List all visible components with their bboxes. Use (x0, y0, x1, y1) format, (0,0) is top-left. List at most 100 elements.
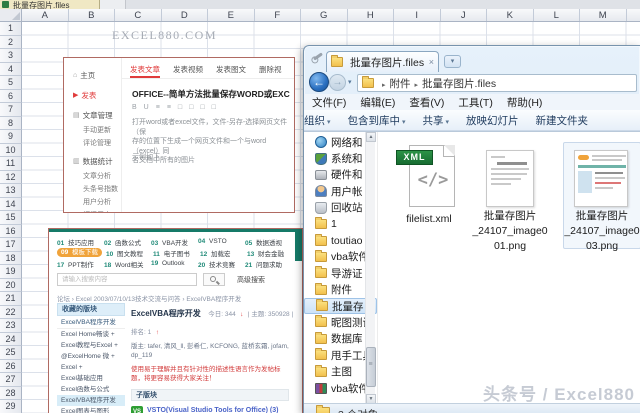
forum-board-item: Excel图表与图形 (61, 408, 110, 413)
forum-top-bar (49, 229, 302, 232)
sidebar-item-label: 回收站 (331, 202, 363, 215)
row-header[interactable]: 20 (0, 278, 22, 292)
toolbar-button[interactable]: 共享 ▾ (423, 113, 450, 128)
history-dropdown-icon[interactable]: ▾ (348, 78, 352, 86)
close-icon[interactable]: × (429, 57, 434, 67)
menu-item[interactable]: 查看(V) (409, 95, 444, 110)
row-header[interactable]: 4 (0, 62, 22, 76)
breadcrumb-segment[interactable]: ▸ 批量存图片.files (411, 76, 497, 91)
sidebar-item-label: 导游证 (331, 267, 363, 280)
column-header[interactable]: B (68, 9, 115, 21)
editor-tool-icon: □ (200, 104, 205, 111)
scrollbar-thumb[interactable] (366, 347, 376, 387)
column-header[interactable]: E (208, 9, 255, 21)
column-header[interactable]: M (580, 9, 627, 21)
row-header[interactable]: 14 (0, 197, 22, 211)
row-header[interactable]: 16 (0, 224, 22, 238)
forum-header-block (295, 229, 302, 261)
back-button[interactable]: ← (309, 72, 329, 92)
column-header[interactable]: K (487, 9, 534, 21)
menu-item[interactable]: 编辑(E) (360, 95, 395, 110)
new-tab-button[interactable]: ▾ (444, 55, 461, 68)
publish-nav-label: 数据统计 (82, 156, 113, 166)
row-header[interactable]: 15 (0, 211, 22, 225)
column-header[interactable]: F (254, 9, 301, 21)
column-header[interactable]: L (533, 9, 580, 21)
row-header[interactable]: 10 (0, 143, 22, 157)
row-header[interactable]: 24 (0, 332, 22, 346)
forum-subboard-header: 子版块 (131, 389, 289, 401)
category-number: 12 (200, 250, 208, 258)
row-header[interactable]: 8 (0, 116, 22, 130)
row-header[interactable]: 29 (0, 400, 22, 413)
select-all-corner[interactable] (0, 9, 22, 22)
column-header[interactable]: D (161, 9, 208, 21)
publish-nav-icon: ▤ (73, 112, 80, 119)
column-header[interactable]: C (115, 9, 162, 21)
category-label: 财会金融 (258, 250, 285, 258)
publish-nav-item: ▥ 数据统计 (64, 152, 121, 170)
row-header[interactable]: 11 (0, 157, 22, 171)
menu-item[interactable]: 帮助(H) (507, 95, 543, 110)
toolbar-button[interactable]: 组织 ▾ (304, 113, 331, 128)
row-header[interactable]: 26 (0, 359, 22, 373)
publish-nav-item: ▤ 文章管理 (64, 106, 121, 124)
address-box[interactable]: ▸ 附件 ▸ 批量存图片.files (357, 74, 637, 92)
toolbar-button[interactable]: 新建文件夹▾ (536, 113, 589, 128)
explorer-tab[interactable]: 批量存图片.files × (326, 51, 439, 72)
wrench-icon[interactable] (313, 52, 323, 61)
row-header[interactable]: 5 (0, 76, 22, 90)
explorer-body: 网络和 系统和 硬件和 用户帐 回收站 1 toutiao vba软件 导游证 … (304, 131, 640, 403)
column-header[interactable]: J (440, 9, 487, 21)
embedded-image-publish-page[interactable]: ⌂ 主页 ▶ 发表 ▤ 文章管理 手动更新 评论管理 ▥ 数据统计 文章分析 头… (63, 57, 295, 213)
row-header[interactable]: 27 (0, 373, 22, 387)
forum-board-item: ExcelVBA程序开发 (57, 395, 125, 406)
embedded-image-forum-page[interactable]: 01 技巧应用 02 函数公式 03 VBA开发 04 VSTO 05 数据透视… (48, 228, 303, 413)
row-header[interactable]: 23 (0, 319, 22, 333)
column-header[interactable]: H (347, 9, 394, 21)
column-header[interactable]: N (626, 9, 640, 21)
row-header[interactable]: 6 (0, 89, 22, 103)
menu-item[interactable]: 工具(T) (458, 95, 492, 110)
files-pane[interactable]: </> XML filelist.xml 批量存图片 _24107_image0… (379, 132, 640, 403)
row-header[interactable]: 1 (0, 22, 22, 36)
publish-tabs: 发表文章 发表视频 发表图文 新 删除视 (130, 64, 282, 78)
row-headers: 1 2 3 4 5 6 7 8 9 10 11 12 13 14 15 16 17 18 19 20 21 22 23 24 2… (0, 22, 22, 413)
row-header[interactable]: 3 (0, 49, 22, 63)
row-header[interactable]: 25 (0, 346, 22, 360)
breadcrumb-segment[interactable]: ▸ 附件 (378, 76, 411, 91)
category-label: VSTO (209, 238, 227, 245)
row-header[interactable]: 7 (0, 103, 22, 117)
toolbar-button[interactable]: 包含到库中 ▾ (348, 113, 406, 128)
column-header[interactable]: I (394, 9, 441, 21)
menu-item[interactable]: 文件(F) (312, 95, 346, 110)
row-header[interactable]: 21 (0, 292, 22, 306)
row-header[interactable]: 13 (0, 184, 22, 198)
category-label: 电子图书 (163, 250, 190, 258)
category-number: 01 (57, 239, 65, 247)
arrow-up-icon: ↑ (155, 329, 159, 336)
category-number: 02 (104, 239, 112, 247)
row-header[interactable]: 18 (0, 251, 22, 265)
column-header[interactable]: G (301, 9, 348, 21)
excel-window-tab-stub[interactable] (100, 0, 126, 9)
row-header[interactable]: 12 (0, 170, 22, 184)
editor-tool-icon: ≡ (166, 104, 171, 111)
sidebar-item-icon (315, 249, 327, 262)
forward-button[interactable]: → (329, 74, 346, 91)
scroll-down-icon[interactable]: ▼ (366, 394, 376, 403)
sidebar-scrollbar[interactable]: ▲ ▼ (365, 132, 376, 403)
column-headers: ABCDEFGHIJKLMN (22, 9, 640, 22)
publish-tab: 发表视频 (173, 64, 203, 78)
row-header[interactable]: 9 (0, 130, 22, 144)
row-header[interactable]: 28 (0, 386, 22, 400)
row-header[interactable]: 19 (0, 265, 22, 279)
column-header[interactable]: A (22, 9, 69, 21)
scroll-up-icon[interactable]: ▲ (366, 132, 376, 142)
row-header[interactable]: 17 (0, 238, 22, 252)
toolbar-button[interactable]: 放映幻灯片▾ (466, 113, 519, 128)
sidebar-item-icon (315, 315, 327, 328)
excel-window-tab[interactable]: 批量存图片.files (0, 0, 100, 9)
row-header[interactable]: 2 (0, 35, 22, 49)
row-header[interactable]: 22 (0, 305, 22, 319)
